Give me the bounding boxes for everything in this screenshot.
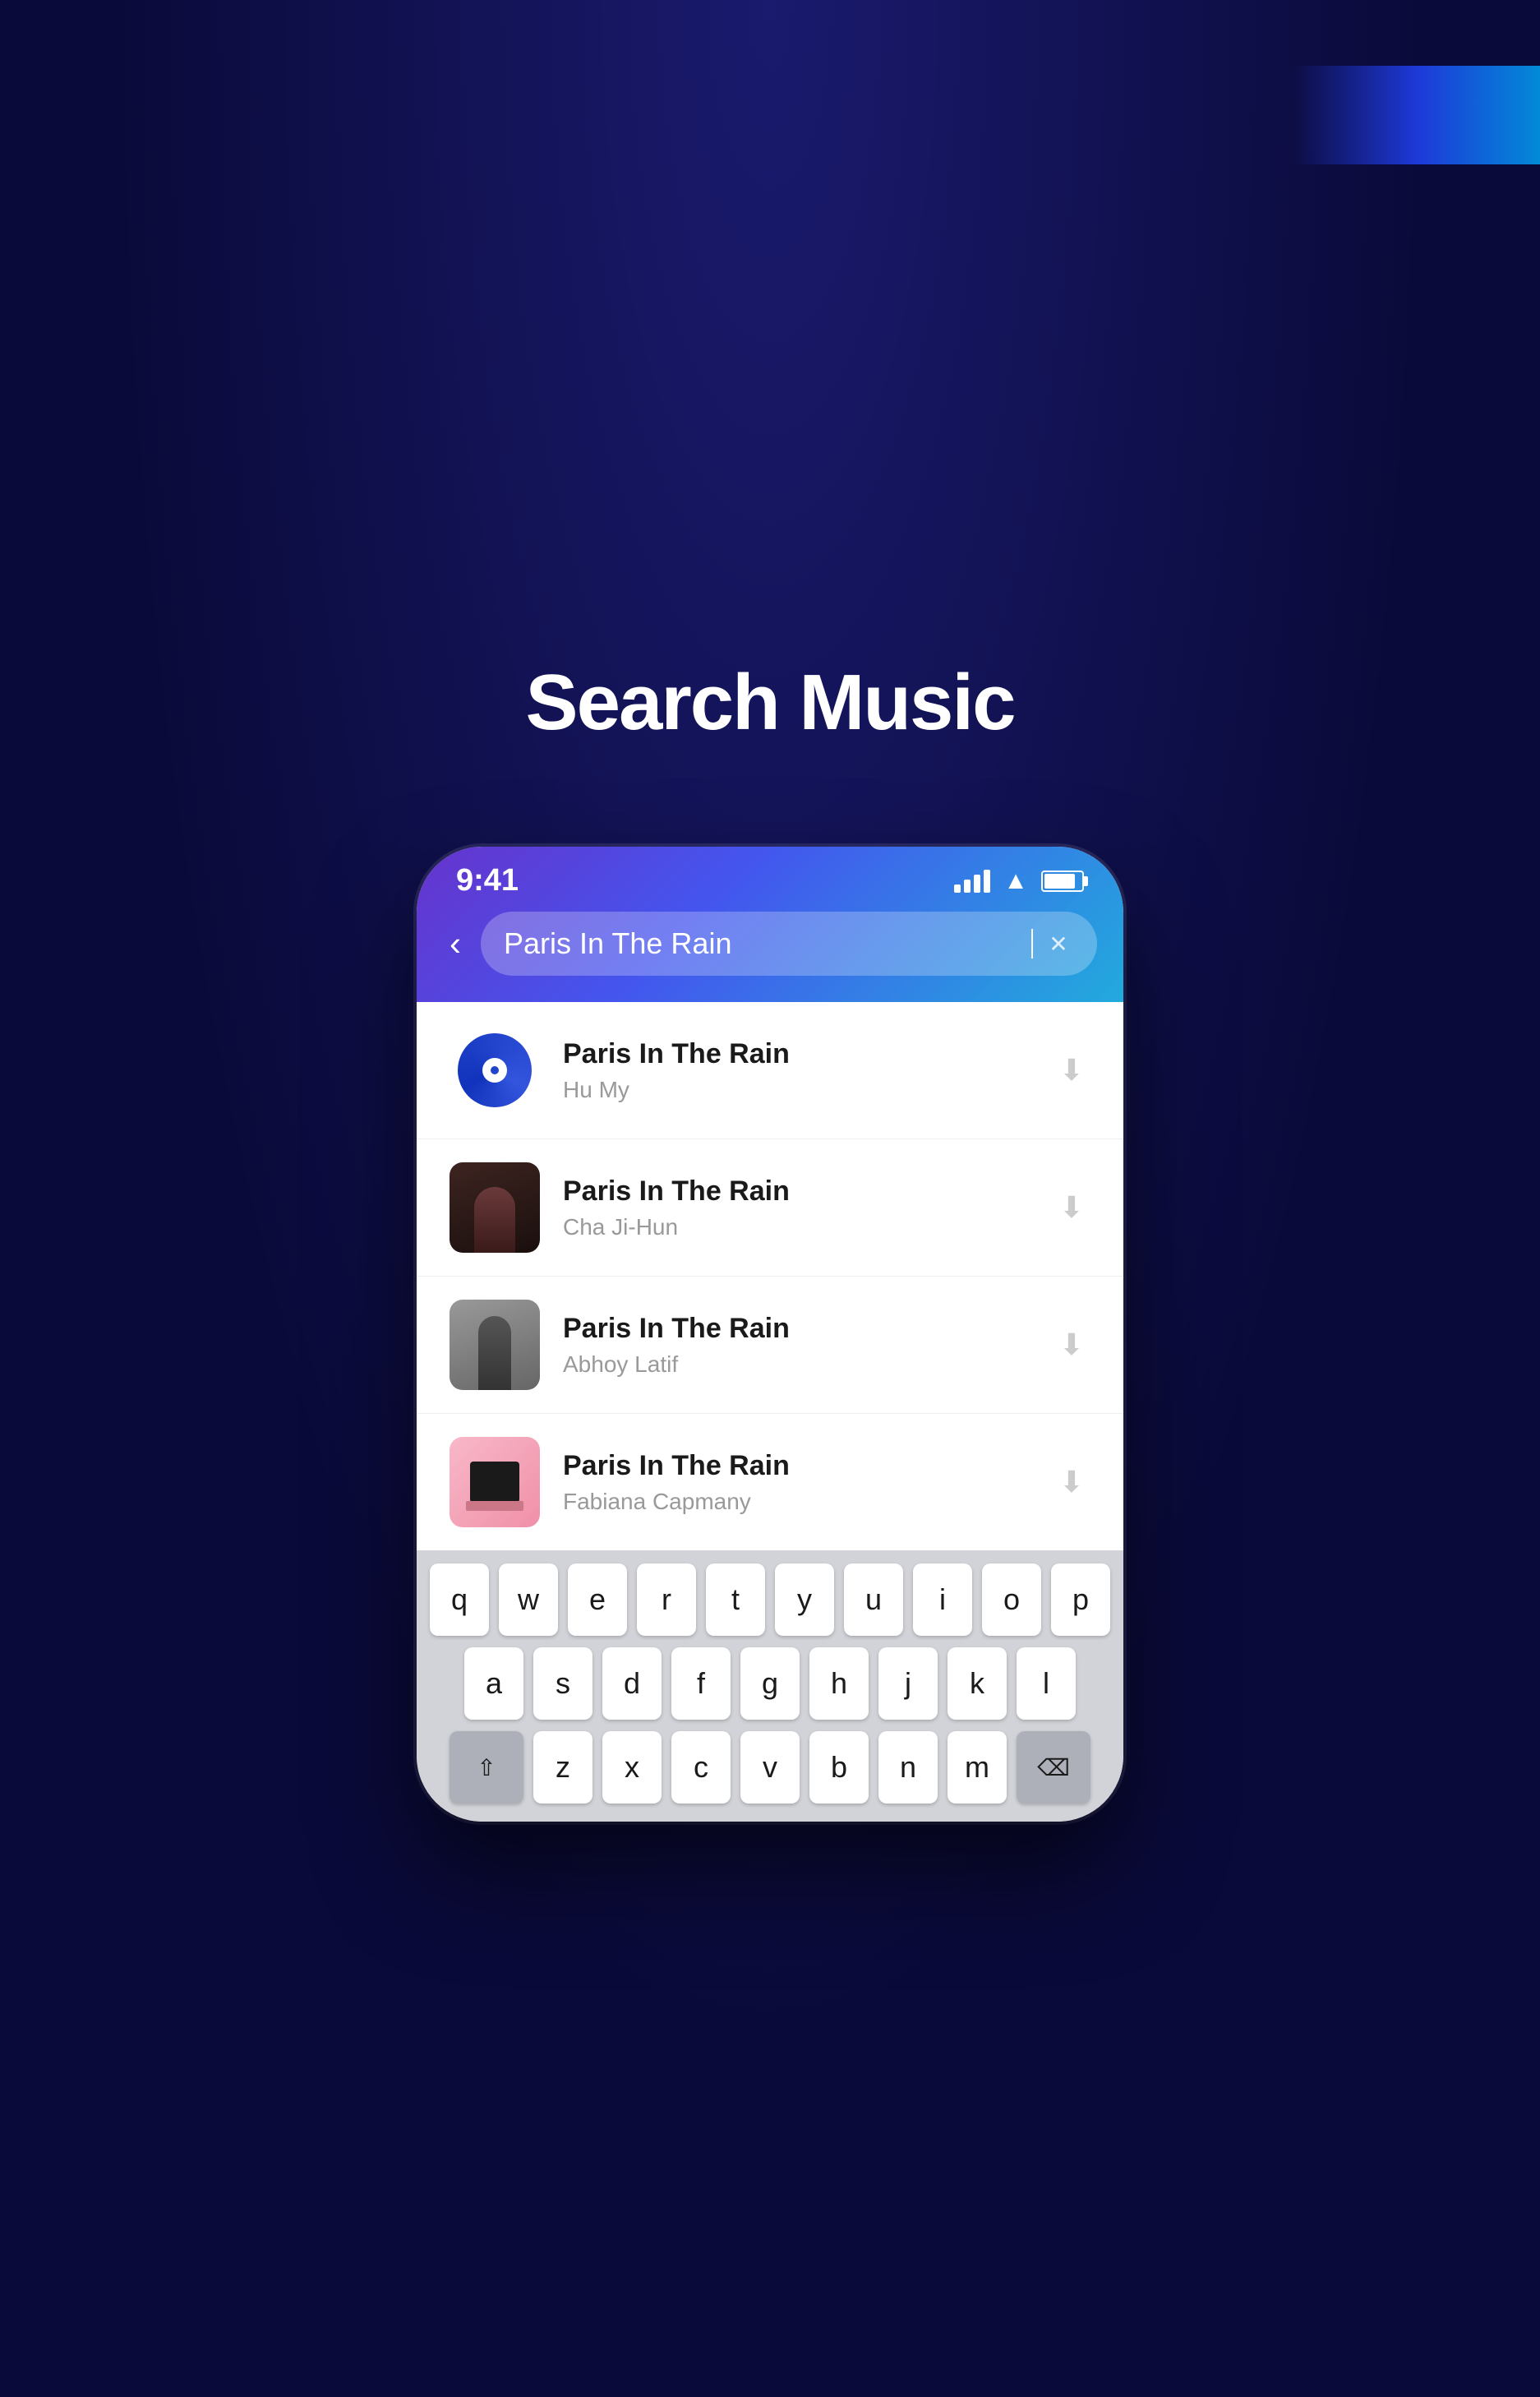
result-item-3[interactable]: Paris In The Rain Abhoy Latif ⬇ [417, 1277, 1123, 1414]
key-g[interactable]: g [740, 1647, 800, 1720]
art-dark-bg [450, 1162, 540, 1253]
page-title: Search Music [526, 658, 1015, 748]
key-k[interactable]: k [948, 1647, 1007, 1720]
result-item-1[interactable]: Paris In The Rain Hu My ⬇ [417, 1002, 1123, 1139]
key-w[interactable]: w [499, 1563, 558, 1636]
result-artist-3: Abhoy Latif [563, 1351, 1030, 1378]
signal-bar-1 [954, 884, 961, 893]
battery-fill [1044, 874, 1075, 889]
keyboard-row-2: a s d f g h j k l [423, 1647, 1117, 1720]
phone-frame: 9:41 ▲ ‹ Paris [417, 847, 1123, 1822]
key-x[interactable]: x [602, 1731, 662, 1804]
key-p[interactable]: p [1051, 1563, 1110, 1636]
key-u[interactable]: u [844, 1563, 903, 1636]
key-r[interactable]: r [637, 1563, 696, 1636]
back-button[interactable]: ‹ [443, 917, 468, 970]
delete-key[interactable]: ⌫ [1017, 1731, 1090, 1804]
result-title-3: Paris In The Rain [563, 1313, 1030, 1345]
result-title-4: Paris In The Rain [563, 1450, 1030, 1482]
result-title-1: Paris In The Rain [563, 1038, 1030, 1070]
album-art-3 [450, 1300, 540, 1390]
page-wrapper: Search Music 9:41 ▲ [0, 575, 1540, 1822]
key-q[interactable]: q [430, 1563, 489, 1636]
clear-search-button[interactable]: ✕ [1043, 928, 1074, 959]
result-info-2: Paris In The Rain Cha Ji-Hun [563, 1175, 1030, 1240]
art-pink-bg [450, 1437, 540, 1527]
keyboard-row-3: ⇧ z x c v b n m ⌫ [423, 1731, 1117, 1804]
search-query-text: Paris In The Rain [504, 926, 1020, 961]
status-time: 9:41 [456, 863, 519, 898]
battery-icon [1041, 871, 1084, 892]
result-artist-2: Cha Ji-Hun [563, 1214, 1030, 1240]
search-input-container[interactable]: Paris In The Rain ✕ [481, 912, 1097, 976]
signal-bar-4 [984, 870, 990, 893]
key-a[interactable]: a [464, 1647, 523, 1720]
key-y[interactable]: y [775, 1563, 834, 1636]
download-button-4[interactable]: ⬇ [1053, 1458, 1090, 1506]
download-button-3[interactable]: ⬇ [1053, 1321, 1090, 1369]
key-m[interactable]: m [948, 1731, 1007, 1804]
phone-header: 9:41 ▲ ‹ Paris [417, 847, 1123, 1002]
result-info-1: Paris In The Rain Hu My [563, 1038, 1030, 1103]
keyboard-row-1: q w e r t y u i o p [423, 1563, 1117, 1636]
key-i[interactable]: i [913, 1563, 972, 1636]
key-e[interactable]: e [568, 1563, 627, 1636]
shift-key[interactable]: ⇧ [450, 1731, 523, 1804]
result-artist-4: Fabiana Capmany [563, 1489, 1030, 1515]
key-c[interactable]: c [671, 1731, 731, 1804]
art-gray-bg [450, 1300, 540, 1390]
keyboard: q w e r t y u i o p a s d f g h j k [417, 1550, 1123, 1822]
download-button-2[interactable]: ⬇ [1053, 1184, 1090, 1231]
result-info-4: Paris In The Rain Fabiana Capmany [563, 1450, 1030, 1515]
result-item-4[interactable]: Paris In The Rain Fabiana Capmany ⬇ [417, 1414, 1123, 1550]
results-list: Paris In The Rain Hu My ⬇ Paris In The R… [417, 1002, 1123, 1550]
status-icons: ▲ [954, 867, 1084, 895]
result-artist-1: Hu My [563, 1077, 1030, 1103]
album-art-4 [450, 1437, 540, 1527]
vinyl-disc-icon [458, 1033, 532, 1107]
key-j[interactable]: j [878, 1647, 938, 1720]
key-v[interactable]: v [740, 1731, 800, 1804]
signal-bars-icon [954, 870, 990, 893]
status-bar: 9:41 ▲ [417, 847, 1123, 912]
key-n[interactable]: n [878, 1731, 938, 1804]
pink-box-icon [470, 1462, 519, 1503]
signal-bar-3 [974, 875, 980, 893]
album-art-1 [450, 1025, 540, 1115]
wifi-icon: ▲ [1003, 867, 1028, 895]
result-title-2: Paris In The Rain [563, 1175, 1030, 1208]
key-l[interactable]: l [1017, 1647, 1076, 1720]
key-h[interactable]: h [809, 1647, 869, 1720]
album-art-2 [450, 1162, 540, 1253]
accent-bar [1293, 66, 1540, 164]
key-o[interactable]: o [982, 1563, 1041, 1636]
signal-bar-2 [964, 880, 971, 893]
figure-silhouette-icon [474, 1187, 515, 1253]
result-item-2[interactable]: Paris In The Rain Cha Ji-Hun ⬇ [417, 1139, 1123, 1277]
key-b[interactable]: b [809, 1731, 869, 1804]
key-f[interactable]: f [671, 1647, 731, 1720]
key-s[interactable]: s [533, 1647, 592, 1720]
download-button-1[interactable]: ⬇ [1053, 1046, 1090, 1094]
text-cursor [1031, 929, 1033, 958]
figure-gray-icon [478, 1316, 511, 1390]
key-t[interactable]: t [706, 1563, 765, 1636]
key-d[interactable]: d [602, 1647, 662, 1720]
result-info-3: Paris In The Rain Abhoy Latif [563, 1313, 1030, 1378]
search-bar-row: ‹ Paris In The Rain ✕ [417, 912, 1123, 976]
key-z[interactable]: z [533, 1731, 592, 1804]
